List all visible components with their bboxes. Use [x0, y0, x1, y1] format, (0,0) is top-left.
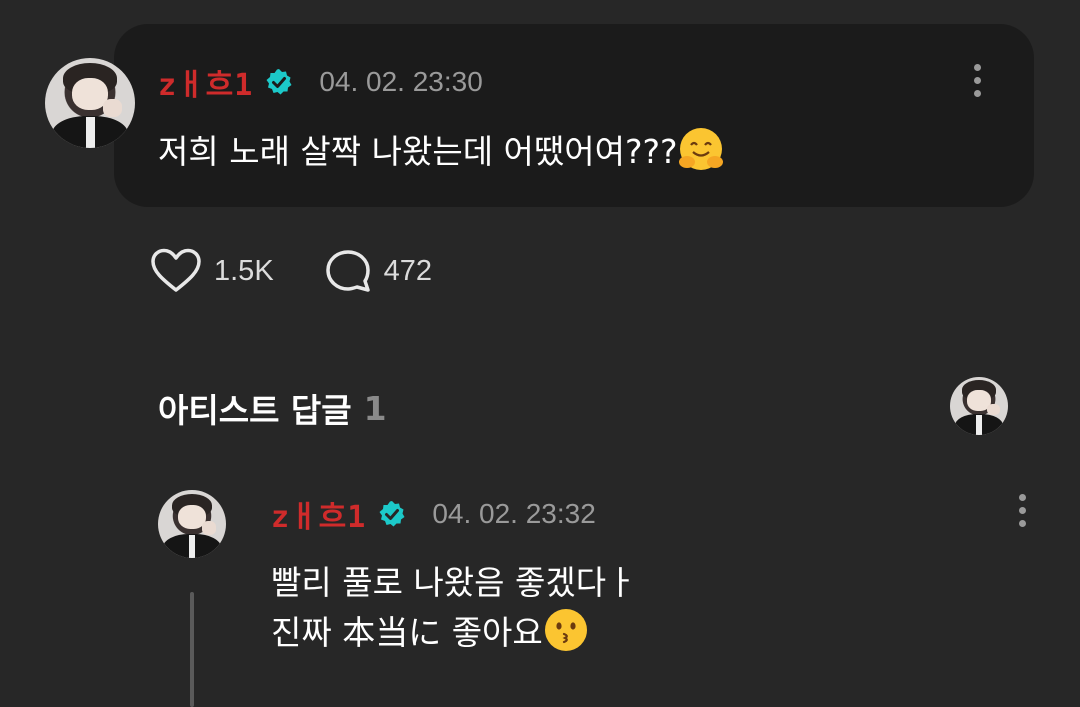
post-header: zㅐ흐1 04. 02. 23:30 — [158, 60, 483, 104]
verified-badge-icon — [379, 501, 405, 527]
reply-timestamp: 04. 02. 23:32 — [432, 498, 596, 529]
comment-bubble-icon[interactable] — [324, 248, 372, 294]
post-card — [114, 24, 1034, 207]
artist-avatar-small[interactable] — [950, 377, 1008, 435]
reply-text-line2: 진짜 本当に 좋아요 — [271, 613, 543, 652]
reply-text-line1: 빨리 풀로 나왔음 좋겠다ㅏ — [271, 563, 637, 602]
reply-username[interactable]: zㅐ흐1 — [271, 492, 366, 536]
kissing-face-emoji-icon — [544, 609, 587, 651]
post-actions: 1.5K 472 — [150, 248, 432, 294]
artist-replies-header: 아티스트 답글 1 — [158, 384, 387, 432]
reply-author-avatar[interactable] — [158, 490, 226, 558]
verified-badge-icon — [266, 69, 292, 95]
thread-line — [190, 592, 194, 707]
heart-icon[interactable] — [150, 248, 202, 294]
reply-header: zㅐ흐1 04. 02. 23:32 — [271, 492, 596, 536]
post-text: 저희 노래 살짝 나왔는데 어땠어여??? — [158, 132, 678, 171]
post-text-row: 저희 노래 살짝 나왔는데 어땠어여??? — [158, 124, 723, 174]
artist-replies-count: 1 — [363, 388, 387, 428]
reply-text-line1-row: 빨리 풀로 나왔음 좋겠다ㅏ — [271, 556, 636, 604]
like-count: 1.5K — [214, 254, 274, 287]
reply-more-options-icon[interactable] — [1019, 494, 1026, 533]
post-timestamp: 04. 02. 23:30 — [319, 66, 483, 97]
hugging-face-emoji-icon — [678, 128, 723, 170]
post-author-avatar[interactable] — [45, 58, 135, 148]
post-username[interactable]: zㅐ흐1 — [158, 60, 253, 104]
reply-text-line2-row: 진짜 本当に 좋아요 — [271, 606, 587, 654]
comment-count: 472 — [383, 254, 433, 287]
artist-replies-title: 아티스트 답글 — [158, 391, 352, 430]
post-more-options-icon[interactable] — [974, 64, 981, 103]
